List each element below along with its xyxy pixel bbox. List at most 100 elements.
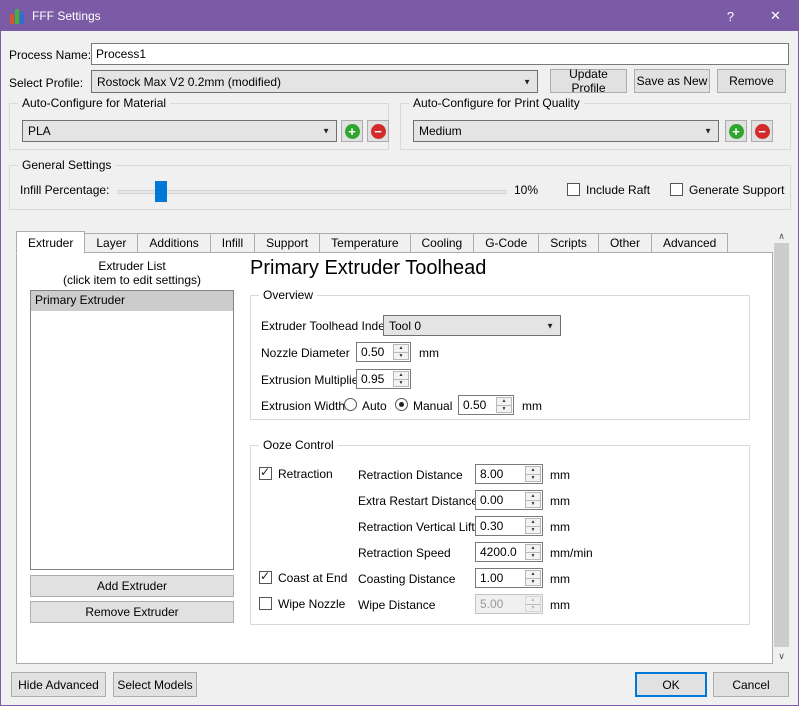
tab-cooling[interactable]: Cooling [411, 233, 475, 253]
tab-scripts[interactable]: Scripts [539, 233, 599, 253]
remove-profile-button[interactable]: Remove [717, 69, 786, 93]
infill-slider-track[interactable] [117, 190, 507, 194]
general-settings-title: General Settings [18, 158, 115, 172]
coasting-distance-spinner[interactable]: 1.00 ▲▼ [475, 568, 543, 588]
hide-advanced-button[interactable]: Hide Advanced [11, 672, 106, 697]
generate-support-checkbox[interactable] [670, 183, 683, 196]
wipe-distance-label: Wipe Distance [358, 598, 435, 612]
extra-restart-distance-spinner[interactable]: 0.00 ▲▼ [475, 490, 543, 510]
overview-title: Overview [259, 288, 317, 302]
page-title: Primary Extruder Toolhead [250, 257, 486, 280]
add-material-button[interactable]: + [341, 120, 363, 142]
retraction-vertical-lift-unit: mm [550, 520, 570, 534]
remove-material-button[interactable]: − [367, 120, 389, 142]
extrusion-width-manual-radio[interactable] [395, 398, 408, 411]
spin-up-icon: ▲ [526, 467, 540, 475]
infill-slider-thumb[interactable] [155, 181, 167, 202]
extrusion-width-spinner[interactable]: 0.50 ▲▼ [458, 395, 514, 415]
auto-configure-material-title: Auto-Configure for Material [18, 96, 170, 110]
retraction-checkbox[interactable] [259, 467, 272, 480]
spin-down-icon: ▼ [497, 406, 511, 413]
select-models-button[interactable]: Select Models [113, 672, 197, 697]
material-selected-value: PLA [28, 124, 51, 138]
auto-configure-quality-title: Auto-Configure for Print Quality [409, 96, 584, 110]
retraction-vertical-lift-spinner[interactable]: 0.30 ▲▼ [475, 516, 543, 536]
wipe-nozzle-checkbox[interactable] [259, 597, 272, 610]
update-profile-button[interactable]: Update Profile [550, 69, 627, 93]
extrusion-multiplier-label: Extrusion Multiplier [261, 373, 362, 387]
coasting-distance-unit: mm [550, 572, 570, 586]
extra-restart-distance-label: Extra Restart Distance [358, 494, 478, 508]
extrusion-width-unit: mm [522, 399, 542, 413]
ooze-control-group: Ooze Control Retraction Retraction Dista… [250, 445, 750, 625]
spin-up-icon: ▲ [526, 597, 540, 605]
spin-up-icon: ▲ [497, 398, 511, 406]
spin-up-icon: ▲ [526, 519, 540, 527]
tab-support[interactable]: Support [255, 233, 320, 253]
coast-at-end-label: Coast at End [278, 571, 347, 585]
minus-icon: − [371, 124, 386, 139]
profile-selected-value: Rostock Max V2 0.2mm (modified) [97, 75, 281, 89]
scrollbar-thumb[interactable] [774, 243, 789, 647]
include-raft-checkbox[interactable] [567, 183, 580, 196]
tab-temperature[interactable]: Temperature [320, 233, 410, 253]
wipe-distance-spinner: 5.00 ▲▼ [475, 594, 543, 614]
tab-other[interactable]: Other [599, 233, 652, 253]
close-icon[interactable]: ✕ [753, 1, 798, 31]
retraction-speed-label: Retraction Speed [358, 546, 451, 560]
tab-infill[interactable]: Infill [211, 233, 255, 253]
tab-gcode[interactable]: G-Code [474, 233, 539, 253]
extrusion-width-auto-radio[interactable] [344, 398, 357, 411]
cancel-button[interactable]: Cancel [713, 672, 789, 697]
list-item[interactable]: Primary Extruder [31, 291, 233, 311]
retraction-distance-label: Retraction Distance [358, 468, 463, 482]
overview-group: Overview Extruder Toolhead Index Tool 0 … [250, 295, 750, 420]
ok-button[interactable]: OK [635, 672, 707, 697]
save-as-new-button[interactable]: Save as New [634, 69, 710, 93]
retraction-speed-spinner[interactable]: 4200.0 ▲▼ [475, 542, 543, 562]
process-name-input[interactable] [91, 43, 789, 65]
tab-advanced[interactable]: Advanced [652, 233, 728, 253]
vertical-scrollbar[interactable]: ∧ ∨ [773, 229, 790, 664]
quality-selected-value: Medium [419, 124, 462, 138]
retraction-vertical-lift-label: Retraction Vertical Lift [358, 520, 475, 534]
tab-extruder[interactable]: Extruder [16, 231, 85, 254]
extra-restart-distance-unit: mm [550, 494, 570, 508]
auto-configure-material-group: Auto-Configure for Material PLA ▼ + − [9, 103, 389, 150]
scroll-down-icon[interactable]: ∨ [773, 649, 790, 664]
include-raft-label: Include Raft [586, 183, 650, 197]
profile-select[interactable]: Rostock Max V2 0.2mm (modified) ▼ [91, 70, 538, 93]
tab-layer[interactable]: Layer [85, 233, 138, 253]
retraction-distance-spinner[interactable]: 8.00 ▲▼ [475, 464, 543, 484]
remove-quality-button[interactable]: − [751, 120, 773, 142]
toolhead-index-value: Tool 0 [389, 319, 421, 333]
scroll-up-icon[interactable]: ∧ [773, 229, 790, 244]
extruder-listbox[interactable]: Primary Extruder [30, 290, 234, 570]
add-extruder-button[interactable]: Add Extruder [30, 575, 234, 597]
toolhead-index-label: Extruder Toolhead Index [261, 319, 391, 333]
spin-up-icon: ▲ [526, 545, 540, 553]
nozzle-diameter-unit: mm [419, 346, 439, 360]
fff-settings-dialog: FFF Settings ? ✕ Process Name: Select Pr… [0, 0, 799, 706]
toolhead-index-select[interactable]: Tool 0 ▼ [383, 315, 561, 336]
wipe-nozzle-label: Wipe Nozzle [278, 597, 345, 611]
spin-up-icon: ▲ [394, 372, 408, 380]
plus-icon: + [345, 124, 360, 139]
extruder-list-subtitle: (click item to edit settings) [30, 273, 234, 287]
material-select[interactable]: PLA ▼ [22, 120, 337, 142]
spin-down-icon: ▼ [394, 353, 408, 360]
help-icon[interactable]: ? [708, 1, 753, 31]
spin-up-icon: ▲ [526, 571, 540, 579]
remove-extruder-button[interactable]: Remove Extruder [30, 601, 234, 623]
spin-down-icon: ▼ [526, 605, 540, 612]
extrusion-multiplier-spinner[interactable]: 0.95 ▲▼ [356, 369, 411, 389]
quality-select[interactable]: Medium ▼ [413, 120, 719, 142]
plus-icon: + [729, 124, 744, 139]
tab-additions[interactable]: Additions [138, 233, 210, 253]
add-quality-button[interactable]: + [725, 120, 747, 142]
retraction-label: Retraction [278, 467, 333, 481]
retraction-distance-unit: mm [550, 468, 570, 482]
coast-at-end-checkbox[interactable] [259, 571, 272, 584]
infill-value: 10% [514, 183, 538, 197]
nozzle-diameter-spinner[interactable]: 0.50 ▲▼ [356, 342, 411, 362]
